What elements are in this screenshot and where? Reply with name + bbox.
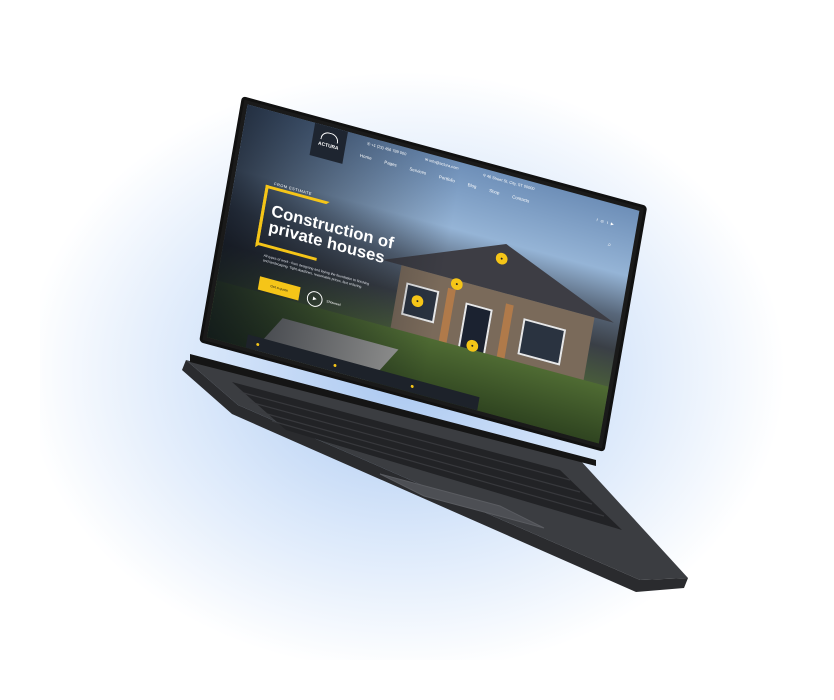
nav-item-pages[interactable]: Pages <box>384 160 397 168</box>
nav-item-contacts[interactable]: Contacts <box>512 194 530 203</box>
social-links: f◎t▶ <box>596 217 617 227</box>
phone-text: +1 (23) 456 789 000 <box>371 142 407 157</box>
card-marker <box>333 363 337 368</box>
contact-email[interactable]: ✉ info@actura.com <box>425 157 459 171</box>
youtube-icon[interactable]: ▶ <box>610 221 617 227</box>
nav-item-portfolio[interactable]: Portfolio <box>439 174 456 183</box>
nav-item-home[interactable]: Home <box>360 153 372 161</box>
nav-item-shop[interactable]: Shop <box>489 188 500 195</box>
card-marker <box>410 384 414 389</box>
card-marker <box>256 342 260 347</box>
contact-phone[interactable]: ✆ +1 (23) 456 789 000 <box>367 141 407 156</box>
nav-item-blog[interactable]: Blog <box>467 182 477 189</box>
email-text: info@actura.com <box>428 157 460 171</box>
search-icon[interactable]: ⌕ <box>607 242 611 250</box>
nav-item-services[interactable]: Services <box>409 166 426 175</box>
website-preview: ACTURA ✆ +1 (23) 456 789 000 ✉ info@actu… <box>207 104 640 444</box>
screen-bezel: ACTURA ✆ +1 (23) 456 789 000 ✉ info@actu… <box>199 96 648 452</box>
laptop-screen: ACTURA ✆ +1 (23) 456 789 000 ✉ info@actu… <box>0 0 834 700</box>
